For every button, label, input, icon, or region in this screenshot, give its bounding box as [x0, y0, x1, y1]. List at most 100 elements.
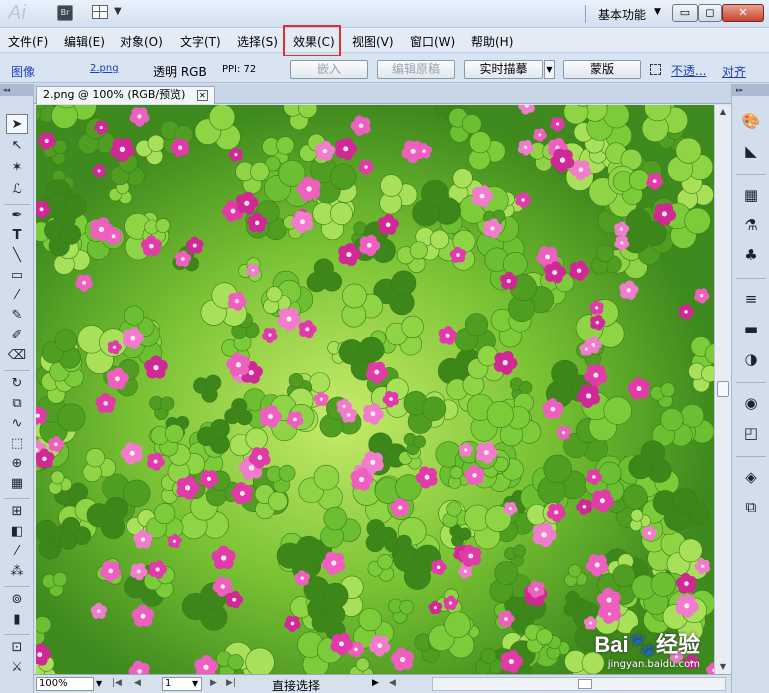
- title-bar: Ai Br ▼ 基本功能 ▼ ▭ ◻ ✕: [0, 0, 769, 28]
- brushes-icon[interactable]: ⚗: [740, 214, 762, 236]
- current-tool-status: 直接选择: [272, 679, 321, 693]
- opacity-link[interactable]: 不透...: [671, 62, 706, 79]
- graphic-styles-icon[interactable]: ◰: [740, 422, 762, 444]
- lasso-tool-icon[interactable]: ℒ: [6, 180, 28, 200]
- shape-builder-tool-icon[interactable]: ⊕: [6, 454, 28, 474]
- menu-effect-highlight: [283, 25, 341, 57]
- gradient-icon[interactable]: ▬: [740, 318, 762, 340]
- magic-wand-tool-icon[interactable]: ✶: [6, 158, 28, 178]
- menu-file[interactable]: 文件(F): [8, 33, 48, 50]
- chevron-down-icon[interactable]: ▼: [654, 7, 661, 17]
- perspective-grid-tool-icon[interactable]: ▦: [6, 474, 28, 494]
- selection-tool-icon[interactable]: ➤: [6, 114, 28, 134]
- chevron-down-icon[interactable]: ▼: [96, 679, 102, 688]
- arrange-documents-icon[interactable]: [92, 5, 108, 19]
- linked-file-link[interactable]: 2.png: [90, 63, 119, 74]
- maximize-button[interactable]: ◻: [698, 4, 722, 22]
- blend-tool-icon[interactable]: ⁂: [6, 562, 28, 582]
- pen-tool-icon[interactable]: ✒: [6, 206, 28, 226]
- minimize-button[interactable]: ▭: [672, 4, 698, 22]
- rotate-tool-icon[interactable]: ↻: [6, 374, 28, 394]
- symbol-sprayer-tool-icon[interactable]: ⊚: [6, 590, 28, 610]
- warp-tool-icon[interactable]: ∿: [6, 414, 28, 434]
- blob-brush-tool-icon[interactable]: ✐: [6, 326, 28, 346]
- document-canvas[interactable]: Bai🐾经验 jingyan.baidu.com: [36, 105, 714, 674]
- direct-selection-tool-icon[interactable]: ↖: [6, 136, 28, 156]
- artboard-tool-icon[interactable]: ⊡: [6, 638, 28, 658]
- menu-select[interactable]: 选择(S): [237, 33, 278, 50]
- panel-dock: ▸▸ 🎨 ◣ ▦ ⚗ ♣ ≡ ▬ ◑ ◉ ◰ ◈ ⧉: [731, 84, 769, 693]
- mask-button[interactable]: 蒙版: [563, 60, 641, 79]
- chevron-down-icon[interactable]: ▼: [192, 679, 198, 688]
- app-logo: Ai: [8, 2, 26, 24]
- placed-image[interactable]: [36, 105, 714, 674]
- status-menu-icon[interactable]: ▶: [372, 678, 379, 688]
- paintbrush-tool-icon[interactable]: ⁄: [6, 286, 28, 306]
- bridge-button[interactable]: Br: [57, 5, 73, 21]
- menu-type[interactable]: 文字(T): [180, 33, 221, 50]
- status-bar: 100% ▼ |◀ ◀ 1 ▼ ▶ ▶| 直接选择 ▶ ◀: [34, 674, 731, 693]
- separator: [585, 5, 586, 23]
- type-tool-icon[interactable]: T: [6, 226, 28, 246]
- panel-collapse-icon[interactable]: ◂◂: [0, 84, 33, 96]
- watermark-url: jingyan.baidu.com: [607, 659, 700, 670]
- scale-tool-icon[interactable]: ⧉: [6, 394, 28, 414]
- scroll-thumb[interactable]: [578, 679, 592, 689]
- horizontal-scrollbar[interactable]: [432, 677, 726, 691]
- layers-icon[interactable]: ◈: [740, 466, 762, 488]
- scroll-up-icon[interactable]: ▲: [716, 105, 730, 119]
- document-tab-title: 2.png @ 100% (RGB/预览): [43, 88, 186, 101]
- color-guide-icon[interactable]: ◣: [740, 140, 762, 162]
- scroll-down-icon[interactable]: ▼: [716, 660, 730, 674]
- line-tool-icon[interactable]: ╲: [6, 246, 28, 266]
- chevron-down-icon[interactable]: ▼: [114, 6, 122, 17]
- color-palette-icon[interactable]: 🎨: [740, 110, 762, 132]
- transparency-icon[interactable]: ◑: [740, 348, 762, 370]
- edit-original-button[interactable]: 编辑原稿: [377, 60, 455, 79]
- zoom-input[interactable]: 100%: [36, 677, 94, 691]
- color-mode-label: 透明 RGB: [153, 65, 207, 79]
- stroke-icon[interactable]: ≡: [740, 288, 762, 310]
- menu-object[interactable]: 对象(O): [120, 33, 163, 50]
- next-artboard-icon[interactable]: ▶: [210, 678, 217, 688]
- pencil-tool-icon[interactable]: ✎: [6, 306, 28, 326]
- appearance-icon[interactable]: ◉: [740, 392, 762, 414]
- mesh-tool-icon[interactable]: ⊞: [6, 502, 28, 522]
- crop-icon[interactable]: [650, 64, 661, 75]
- vertical-scrollbar[interactable]: ▲ ▼: [714, 105, 731, 674]
- menu-help[interactable]: 帮助(H): [471, 33, 513, 50]
- first-artboard-icon[interactable]: |◀: [112, 678, 122, 688]
- workspace-switcher[interactable]: 基本功能: [598, 6, 646, 23]
- live-trace-button[interactable]: 实时描摹: [464, 60, 543, 79]
- scroll-thumb[interactable]: [717, 381, 729, 397]
- align-link[interactable]: 对齐: [722, 63, 746, 80]
- document-tab[interactable]: 2.png @ 100% (RGB/预览) ✕: [36, 86, 215, 104]
- embed-button[interactable]: 嵌入: [290, 60, 368, 79]
- symbols-icon[interactable]: ♣: [740, 244, 762, 266]
- baidu-watermark: Bai🐾经验 jingyan.baidu.com: [594, 627, 700, 670]
- gradient-tool-icon[interactable]: ◧: [6, 522, 28, 542]
- swatches-icon[interactable]: ▦: [740, 184, 762, 206]
- selection-type-label[interactable]: 图像: [11, 63, 35, 80]
- previous-artboard-icon[interactable]: ◀: [134, 678, 141, 688]
- panel-expand-icon[interactable]: ▸▸: [732, 84, 769, 96]
- menu-window[interactable]: 窗口(W): [410, 33, 455, 50]
- column-graph-tool-icon[interactable]: ▮: [6, 610, 28, 630]
- free-transform-tool-icon[interactable]: ⬚: [6, 434, 28, 454]
- trace-options-dropdown[interactable]: ▼: [544, 60, 555, 79]
- close-button[interactable]: ✕: [722, 4, 764, 22]
- artboards-icon[interactable]: ⧉: [740, 496, 762, 518]
- watermark-brand: Bai🐾经验: [594, 632, 700, 657]
- close-icon[interactable]: ✕: [196, 89, 208, 101]
- ppi-label: PPI: 72: [222, 64, 257, 75]
- eyedropper-tool-icon[interactable]: ⁄: [6, 542, 28, 562]
- menu-view[interactable]: 视图(V): [352, 33, 394, 50]
- menu-edit[interactable]: 编辑(E): [64, 33, 105, 50]
- slice-tool-icon[interactable]: ⚔: [6, 658, 28, 678]
- last-artboard-icon[interactable]: ▶|: [226, 678, 236, 688]
- control-bar: 图像 2.png 透明 RGB PPI: 72 嵌入 编辑原稿 实时描摹 ▼ 蒙…: [0, 56, 769, 83]
- scroll-left-icon[interactable]: ◀: [389, 678, 396, 688]
- menu-bar: 文件(F) 编辑(E) 对象(O) 文字(T) 选择(S) 效果(C) 视图(V…: [0, 28, 769, 53]
- rectangle-tool-icon[interactable]: ▭: [6, 266, 28, 286]
- eraser-tool-icon[interactable]: ⌫: [6, 346, 28, 366]
